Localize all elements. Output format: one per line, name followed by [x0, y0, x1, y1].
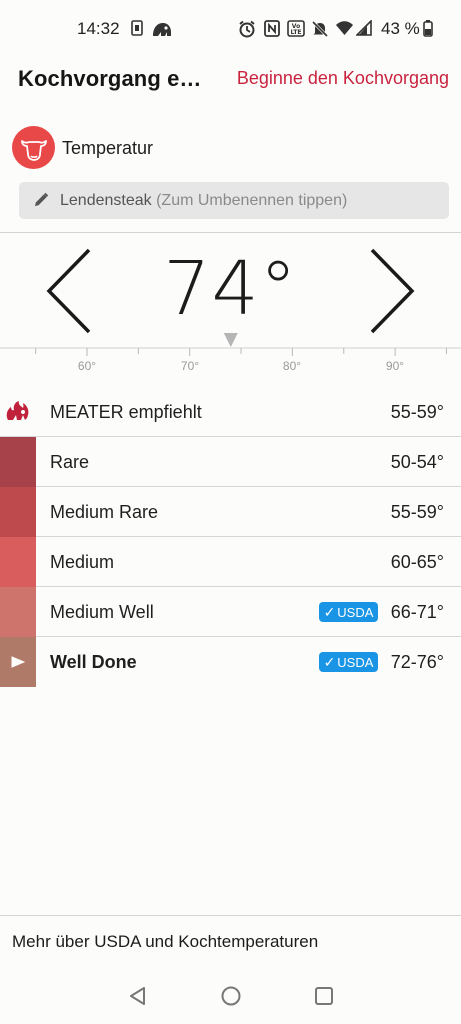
meater-recommendation-row[interactable]: MEATER empfiehlt 55-59°	[0, 387, 461, 437]
alarm-icon	[239, 20, 255, 38]
volte-icon: Vo LTE	[287, 20, 305, 37]
signal-icon	[356, 20, 372, 36]
increase-temp-button[interactable]	[369, 248, 415, 334]
system-nav-bar	[0, 972, 461, 1024]
sim-card-icon	[131, 20, 143, 36]
doneness-row-medium-rare[interactable]: Medium Rare 55-59°	[0, 487, 461, 537]
creature-icon	[153, 23, 171, 36]
usda-badge: ✓ USDA	[319, 602, 378, 622]
doneness-range: 66-71°	[390, 602, 444, 622]
status-time: 14:32	[77, 19, 120, 38]
status-bar: 14:32 Vo LTE 43 %	[0, 0, 461, 58]
doneness-swatch	[0, 487, 36, 537]
recents-icon[interactable]	[314, 986, 334, 1006]
doneness-name: Medium Well	[50, 602, 154, 622]
battery-icon	[423, 20, 433, 37]
cook-name-value: Lendensteak	[60, 192, 152, 209]
tick-label-70: 70°	[181, 359, 199, 373]
cook-name-field[interactable]: Lendensteak (Zum Umbenennen tippen)	[19, 182, 449, 219]
nfc-icon	[264, 20, 280, 37]
usda-info-link[interactable]: Mehr über USDA und Kochtemperaturen	[12, 932, 318, 952]
rename-hint: (Zum Umbenennen tippen)	[156, 192, 348, 209]
recommendation-range: 55-59°	[390, 402, 444, 422]
cook-name-text: Lendensteak (Zum Umbenennen tippen)	[60, 192, 347, 210]
check-icon: ✓	[323, 653, 336, 670]
usda-badge: ✓ USDA	[319, 652, 378, 672]
wifi-icon	[336, 21, 353, 35]
doneness-range: 55-59°	[390, 502, 444, 522]
scale-pointer	[223, 333, 238, 347]
doneness-row-well-done[interactable]: Well Done ✓ USDA 72-76°	[0, 637, 461, 687]
start-cook-button[interactable]: Beginne den Kochvorgang	[237, 68, 449, 89]
temperature-scale[interactable]: 60° 70° 80° 90°	[0, 330, 461, 380]
meat-type-label[interactable]: Temperatur	[62, 138, 153, 159]
divider	[0, 232, 461, 233]
page-title: Kochvorgang e…	[18, 66, 202, 91]
doneness-range: 50-54°	[390, 452, 444, 472]
mute-icon	[311, 20, 329, 38]
doneness-swatch	[0, 637, 36, 687]
check-icon: ✓	[323, 603, 336, 620]
home-icon[interactable]	[220, 985, 242, 1007]
doneness-swatch	[0, 587, 36, 637]
divider	[0, 915, 461, 916]
tick-label-90: 90°	[386, 359, 404, 373]
doneness-range: 72-76°	[390, 652, 444, 672]
tick-label-80: 80°	[283, 359, 301, 373]
doneness-swatch	[0, 537, 36, 587]
pencil-icon	[35, 192, 49, 206]
doneness-name: Medium	[50, 552, 115, 572]
usda-badge-label: USDA	[337, 654, 374, 670]
doneness-row-medium-well[interactable]: Medium Well ✓ USDA 66-71°	[0, 587, 461, 637]
tick-label-60: 60°	[78, 359, 96, 373]
flame-icon	[6, 401, 29, 420]
doneness-name: Rare	[50, 452, 90, 472]
doneness-range: 60-65°	[390, 552, 444, 572]
battery-percent: 43 %	[381, 19, 420, 38]
doneness-name: Well Done	[50, 652, 137, 672]
back-icon[interactable]	[128, 986, 148, 1006]
doneness-row-rare[interactable]: Rare 50-54°	[0, 437, 461, 487]
selected-indicator-icon	[11, 656, 25, 668]
cow-head-glyph	[20, 139, 47, 161]
usda-badge-label: USDA	[337, 604, 374, 620]
scale-ticks	[35, 348, 447, 356]
doneness-swatch	[0, 437, 36, 487]
svg-text:LTE: LTE	[290, 29, 301, 36]
recommendation-label: MEATER empfiehlt	[50, 402, 202, 422]
cow-icon[interactable]	[12, 126, 55, 169]
doneness-name: Medium Rare	[50, 502, 159, 522]
doneness-row-medium[interactable]: Medium 60-65°	[0, 537, 461, 587]
